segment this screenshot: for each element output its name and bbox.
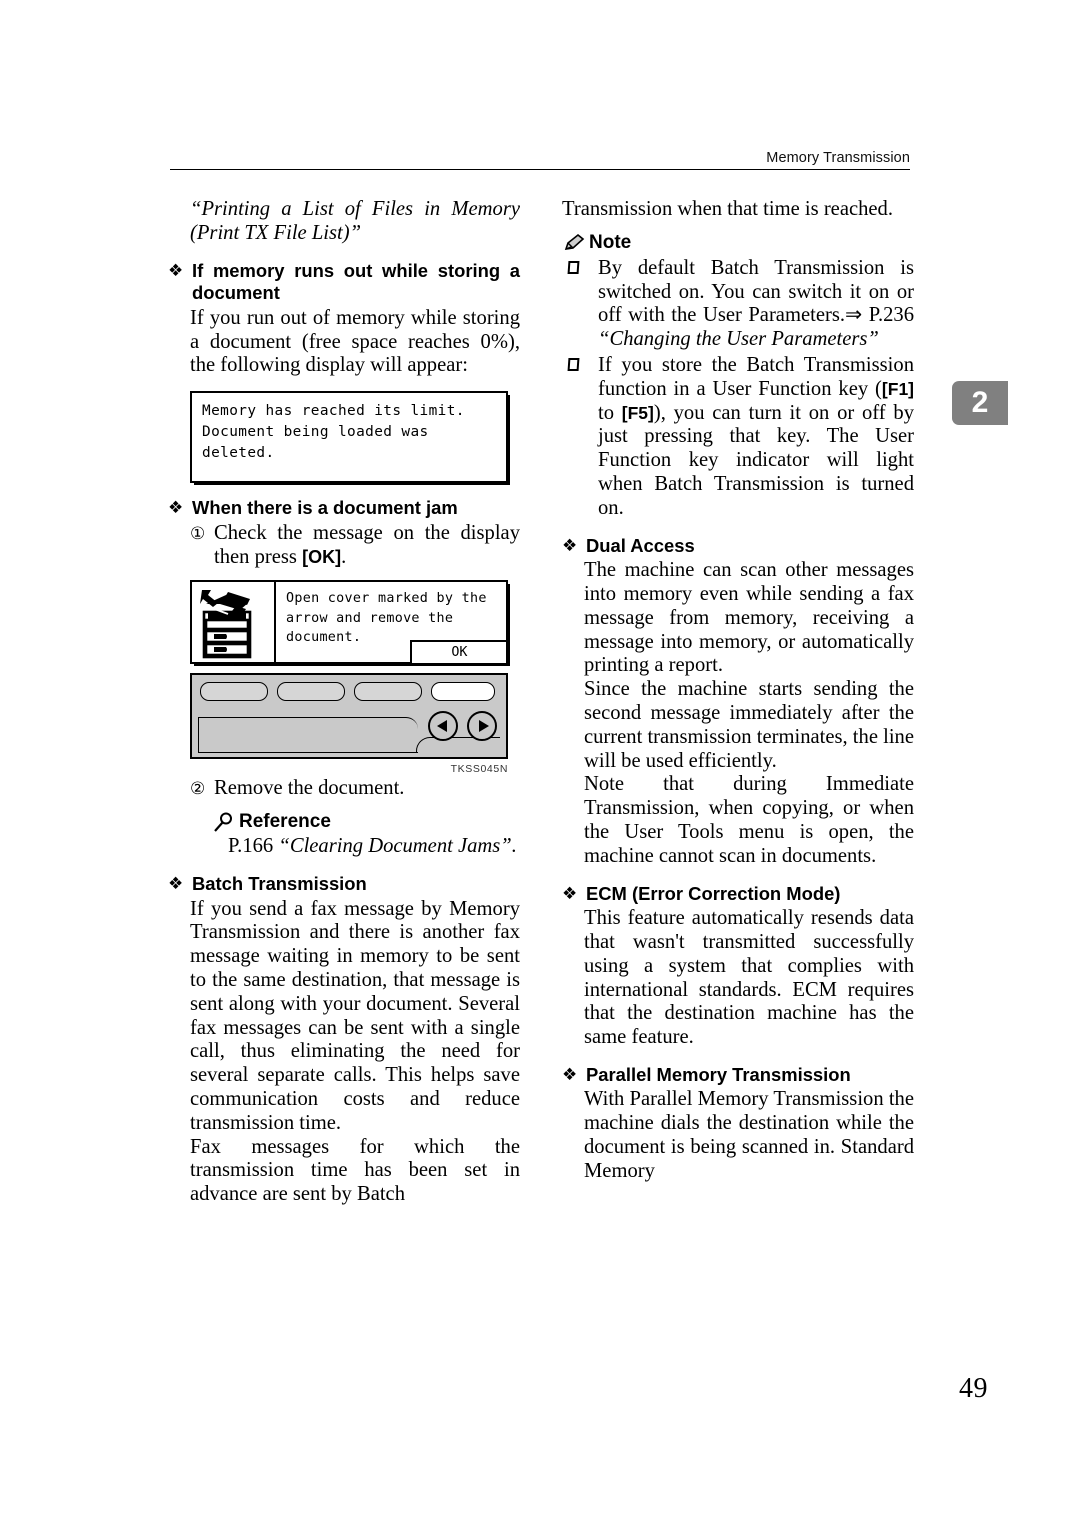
diamond-bullet-icon: ❖ [168, 873, 184, 894]
panel-tray-shape [198, 717, 418, 754]
diamond-bullet-icon: ❖ [168, 260, 184, 281]
heading-parallel-memory-transmission-label: Parallel Memory Transmission [586, 1063, 851, 1085]
batch-transmission-para-2: Fax messages for which the transmission … [190, 1135, 520, 1206]
dual-access-para-1: The machine can scan other messages into… [584, 559, 914, 677]
parallel-para-1: With Parallel Memory Transmission the ma… [584, 1088, 914, 1182]
chapter-tab: 2 [952, 381, 1008, 425]
note-heading: Note [562, 231, 914, 255]
step-number-2: ② [190, 779, 206, 800]
header-rule [170, 169, 910, 170]
heading-parallel-memory-transmission: ❖ Parallel Memory Transmission [562, 1064, 914, 1087]
running-header: Memory Transmission [170, 150, 910, 170]
copier-jam-illustration-icon [192, 582, 276, 663]
continued-paragraph: Transmission when that time is reached. [562, 198, 893, 220]
jam-step-2: ② Remove the document. [168, 777, 520, 801]
diamond-bullet-icon: ❖ [168, 498, 184, 519]
key-f1-label: [F1] [881, 378, 914, 399]
jam-figure: Open cover marked by the arrow and remov… [190, 580, 520, 775]
heading-document-jam: ❖ When there is a document jam [168, 497, 520, 520]
lcd-memory-limit-display: Memory has reached its limit. Document b… [190, 391, 508, 484]
heading-memory-runs-out-label: If memory runs out while storing a docum… [192, 259, 520, 304]
jam-step-2-text: Remove the document. [214, 777, 405, 800]
note-item-2-text-a: If you store the Batch Transmission func… [598, 353, 914, 400]
reference-page: P.166 [228, 835, 274, 858]
note-item-2-mid: to [598, 401, 622, 424]
batch-transmission-para-1: If you send a fax message by Memory Tran… [190, 897, 520, 1134]
lcd-jam-line1: Open cover marked by the [286, 591, 487, 607]
left-column: “Printing a List of Files in Memory (Pri… [168, 198, 520, 1207]
panel-button-2[interactable] [277, 682, 345, 702]
step-number-1: ① [190, 523, 206, 544]
reference-heading: Reference [212, 810, 520, 834]
document-page: Memory Transmission 2 “Printing a List o… [0, 0, 1080, 1525]
square-bullet-icon [567, 357, 580, 371]
dual-access-para-3: Note that during Immediate Transmission,… [584, 773, 914, 867]
figure-caption: TKSS045N [450, 763, 508, 776]
heading-memory-runs-out: ❖ If memory runs out while storing a doc… [168, 260, 520, 305]
memory-runs-out-body: If you run out of memory while storing a… [190, 306, 520, 377]
panel-button-4[interactable] [431, 682, 495, 702]
lcd-jam-display: Open cover marked by the arrow and remov… [190, 580, 509, 665]
square-bullet-icon [567, 260, 580, 274]
page-number: 49 [959, 1373, 988, 1404]
note-item-1: By default Batch Transmission is switche… [562, 257, 914, 352]
continued-quote-title: “Printing a List of Files in Memory (Pri… [190, 198, 520, 244]
reference-title: “Clearing Document Jams”. [278, 835, 517, 858]
magnifier-icon [212, 812, 236, 832]
ok-key-label: [OK] [302, 546, 342, 567]
heading-document-jam-label: When there is a document jam [192, 497, 458, 519]
lcd-memory-limit-line1: Memory has reached its limit. [202, 403, 465, 420]
reference-heading-label: Reference [239, 811, 331, 833]
diamond-bullet-icon: ❖ [562, 1064, 578, 1085]
running-header-title: Memory Transmission [766, 150, 910, 166]
lcd-jam-message: Open cover marked by the arrow and remov… [276, 582, 509, 665]
heading-ecm: ❖ ECM (Error Correction Mode) [562, 883, 914, 906]
note-item-1-title: “Changing the User Parameters” [598, 328, 879, 351]
lcd-ok-button[interactable]: OK [410, 639, 509, 665]
note-item-1-page: P.236 [868, 304, 914, 327]
panel-button-1[interactable] [200, 682, 268, 702]
panel-button-3[interactable] [354, 682, 422, 702]
right-column: Transmission when that time is reached. … [562, 198, 914, 1184]
heading-batch-transmission: ❖ Batch Transmission [168, 873, 520, 896]
heading-dual-access: ❖ Dual Access [562, 535, 914, 558]
note-item-1-text: By default Batch Transmission is switche… [598, 256, 914, 327]
jam-step-1-text: Check the message on the display then pr… [214, 521, 520, 568]
heading-dual-access-label: Dual Access [586, 534, 695, 556]
operation-panel-illustration [190, 673, 508, 760]
diamond-bullet-icon: ❖ [562, 535, 578, 556]
note-heading-label: Note [589, 231, 632, 253]
dual-access-para-2: Since the machine starts sending the sec… [584, 678, 914, 772]
note-item-1-arrow: ⇒ [845, 304, 863, 327]
heading-batch-transmission-label: Batch Transmission [192, 872, 367, 894]
note-item-2: If you store the Batch Transmission func… [562, 354, 914, 521]
diamond-bullet-icon: ❖ [562, 883, 578, 904]
ecm-para-1: This feature automatically resends data … [584, 907, 914, 1049]
heading-ecm-label: ECM (Error Correction Mode) [586, 882, 841, 904]
jam-step-1-period: . [341, 545, 347, 568]
lcd-memory-limit-line2: Document being loaded was deleted. [202, 424, 429, 462]
reference-body: P.166 “Clearing Document Jams”. [228, 835, 520, 859]
lcd-jam-line2: arrow and remove the [286, 610, 454, 626]
jam-step-1: ① Check the message on the display then p… [168, 522, 520, 570]
key-f5-label: [F5] [621, 402, 654, 423]
pencil-note-icon [562, 233, 586, 253]
